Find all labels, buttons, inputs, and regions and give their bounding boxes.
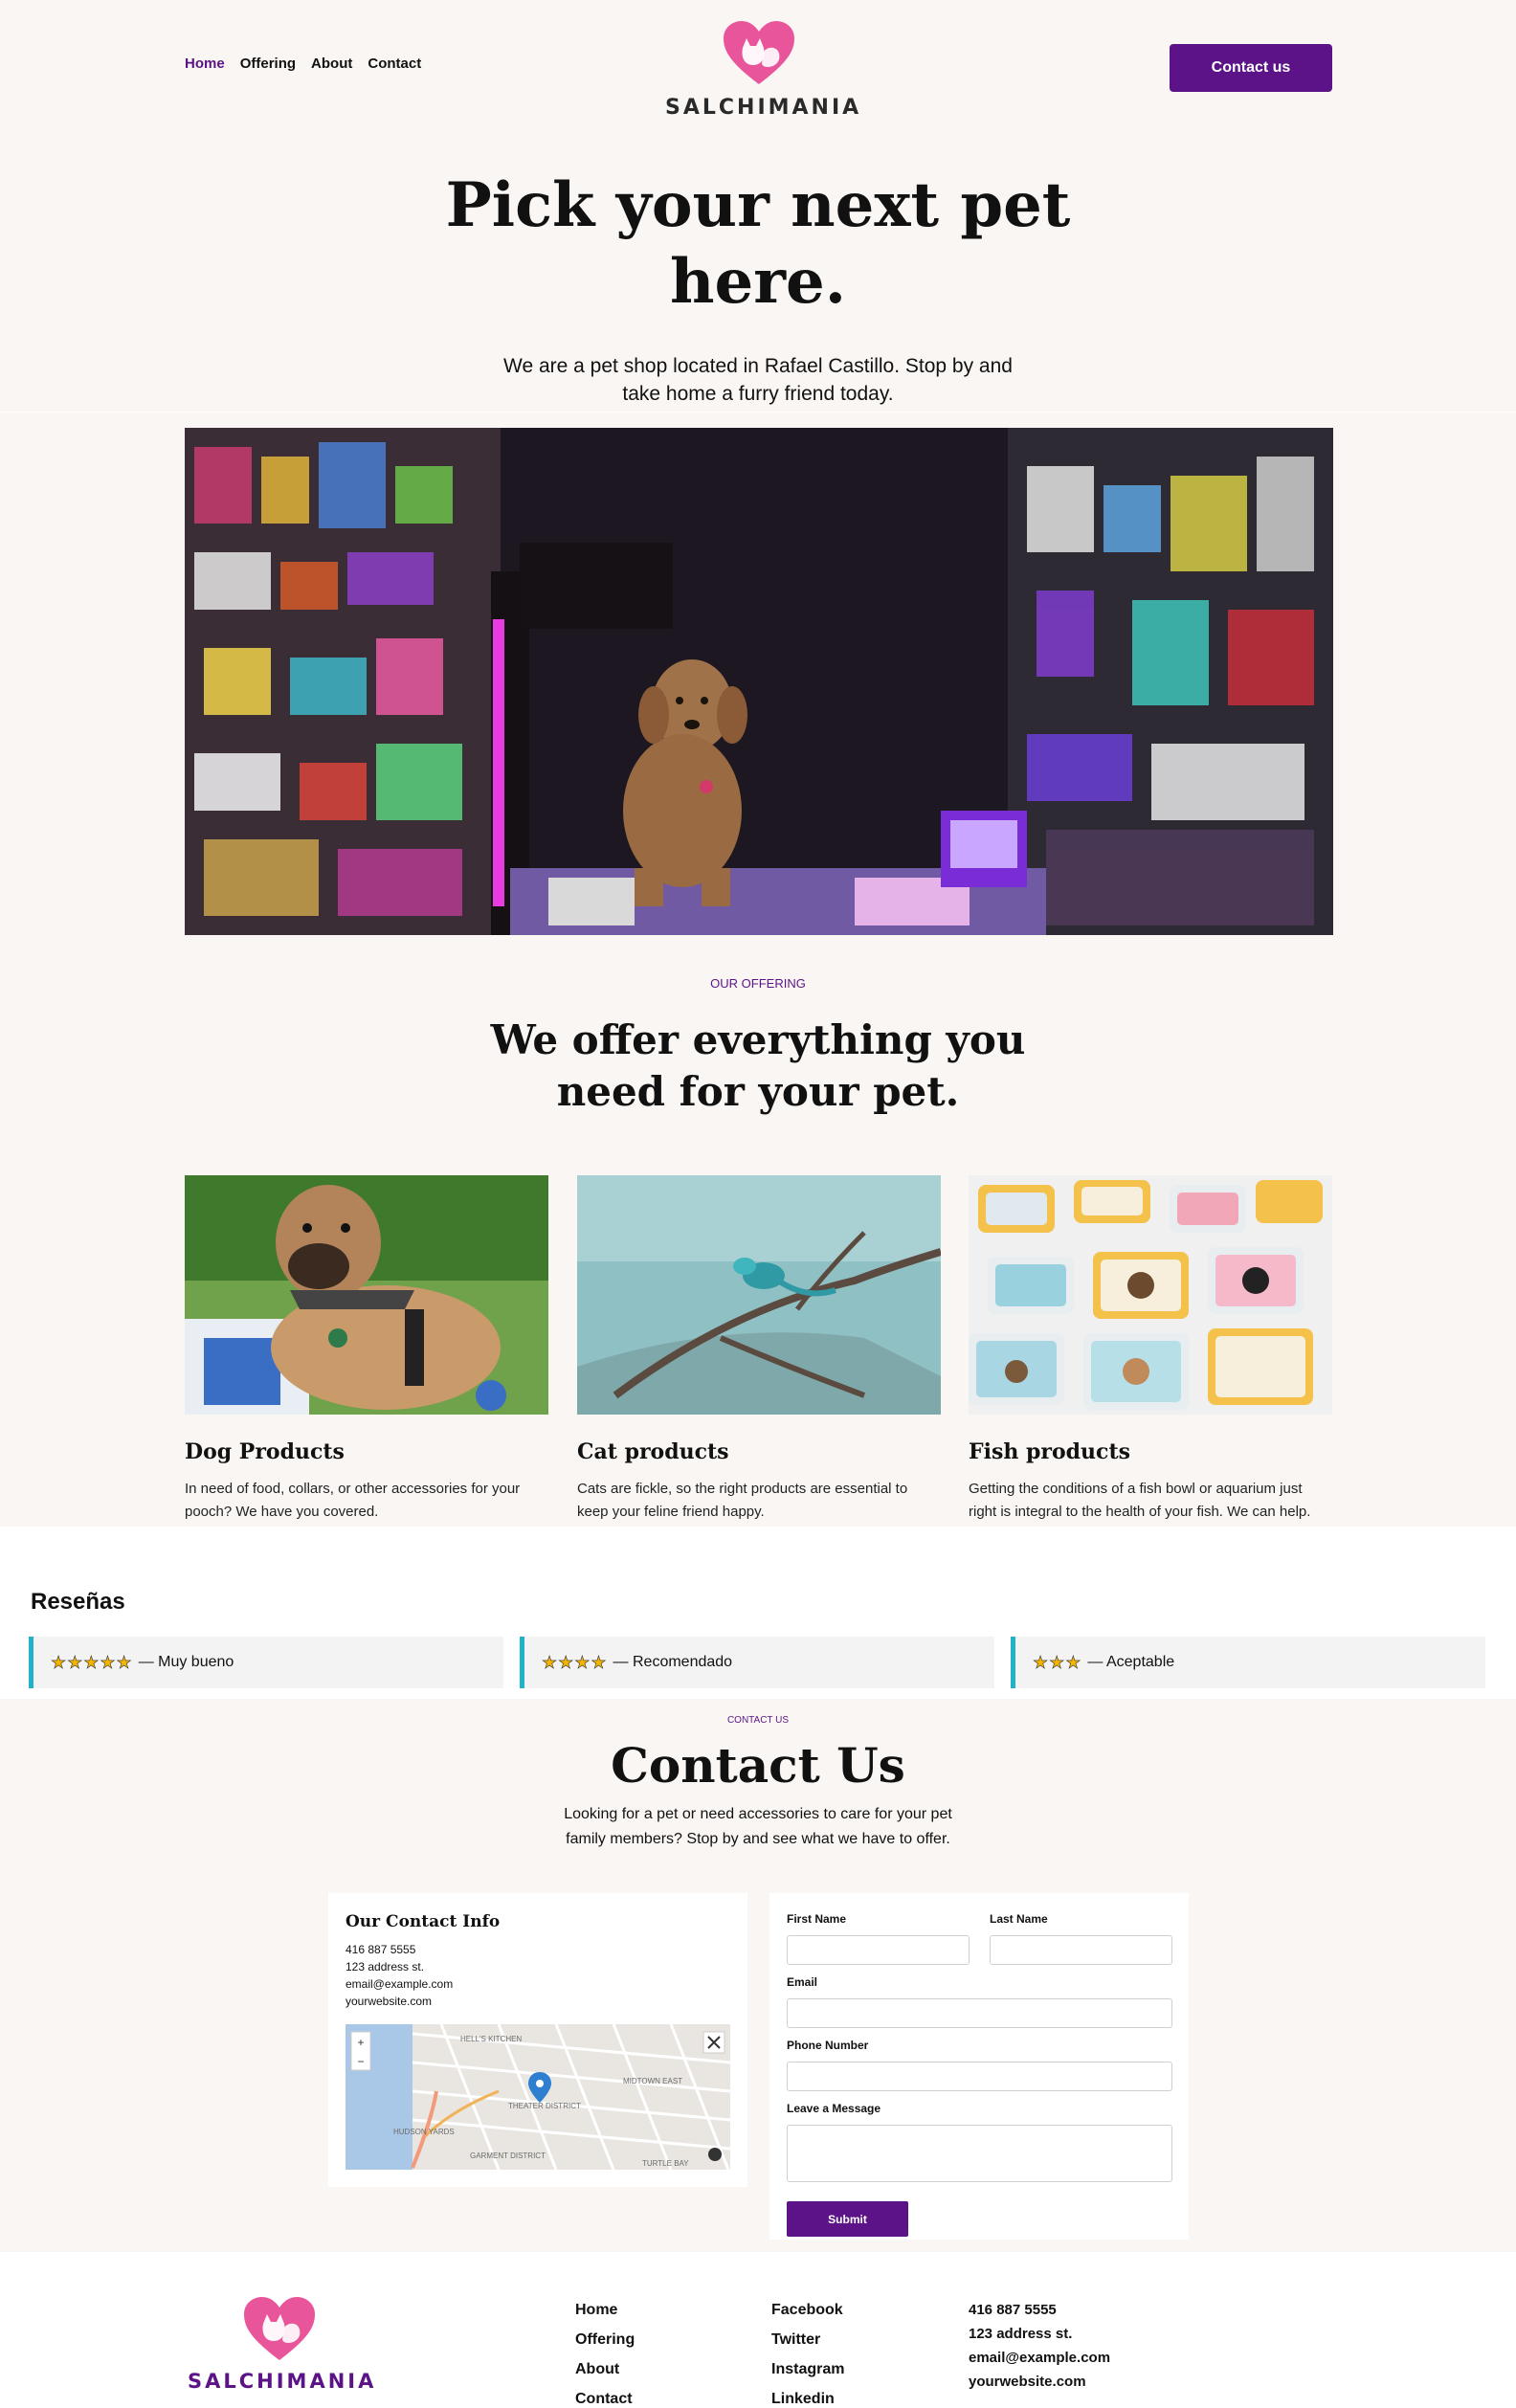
star-rating-icon: ★★★★★: [51, 1652, 133, 1672]
footer-phone: 416 887 5555: [969, 2302, 1057, 2318]
hero-subtitle-line1: We are a pet shop located in Rafael Cast…: [503, 355, 1013, 377]
map-label-midtown: MIDTOWN EAST: [623, 2077, 682, 2085]
footer-instagram-link[interactable]: Instagram: [771, 2354, 844, 2384]
contact-address: 123 address st.: [346, 1960, 425, 1973]
location-map[interactable]: HELL'S KITCHEN THEATER DISTRICT MIDTOWN …: [346, 2024, 730, 2170]
footer-facebook-link[interactable]: Facebook: [771, 2295, 844, 2325]
offering-card-dog: Dog Products In need of food, collars, o…: [185, 1175, 548, 1524]
map-zoom-in-icon: +: [357, 2036, 364, 2049]
footer-nav-offering[interactable]: Offering: [575, 2325, 635, 2354]
map-zoom-out-icon: −: [357, 2055, 364, 2068]
contact-form: First Name Last Name Email Phone Number …: [769, 1893, 1189, 2240]
footer-twitter-link[interactable]: Twitter: [771, 2325, 844, 2354]
card-text: Getting the conditions of a fish bowl or…: [969, 1481, 1311, 1520]
reviews-section: Reseñas ★★★★★ — Muy bueno ★★★★ — Recomen…: [0, 1527, 1516, 1699]
contact-subtitle-line1: Looking for a pet or need accessories to…: [564, 1806, 952, 1822]
fish-products-image: [969, 1175, 1332, 1415]
offering-card-fish: Fish products Getting the conditions of …: [969, 1175, 1332, 1524]
footer-website[interactable]: yourwebsite.com: [969, 2370, 1110, 2394]
nav-about-link[interactable]: About: [311, 56, 352, 72]
footer-social: Facebook Twitter Instagram Linkedin: [771, 2295, 844, 2408]
footer-email[interactable]: email@example.com: [969, 2346, 1110, 2370]
dog-products-image: [185, 1175, 548, 1415]
footer-nav-contact[interactable]: Contact: [575, 2384, 635, 2408]
map-label-hudson: HUDSON YARDS: [393, 2128, 455, 2136]
card-text: Cats are fickle, so the right products a…: [577, 1481, 908, 1520]
footer-logo-wordmark: SALCHIMANIA: [188, 2370, 377, 2393]
review-text: — Aceptable: [1087, 1654, 1175, 1670]
email-label: Email: [787, 1975, 818, 1989]
nav-home-link[interactable]: Home: [185, 56, 225, 72]
contact-subtitle: Looking for a pet or need accessories to…: [557, 1802, 959, 1852]
reviews-title: Reseñas: [31, 1589, 125, 1615]
contact-info-title: Our Contact Info: [346, 1912, 501, 1931]
contact-email[interactable]: email@example.com: [346, 1975, 730, 1993]
main-nav: Home Offering About Contact: [185, 56, 421, 72]
map-label-garment: GARMENT DISTRICT: [470, 2152, 546, 2160]
review-card: ★★★ — Aceptable: [1011, 1637, 1485, 1688]
hero-subtitle: We are a pet shop located in Rafael Cast…: [479, 352, 1037, 408]
map-label-hells-kitchen: HELL'S KITCHEN: [460, 2035, 522, 2043]
submit-button[interactable]: Submit: [787, 2201, 908, 2237]
offering-eyebrow: OUR OFFERING: [710, 976, 806, 991]
map-info-icon: [708, 2148, 722, 2161]
phone-label: Phone Number: [787, 2039, 869, 2052]
footer-nav-about[interactable]: About: [575, 2354, 635, 2384]
hero-title-line1: Pick your next pet: [445, 169, 1071, 241]
first-name-input[interactable]: [787, 1935, 970, 1965]
offering-title: We offer everything you need for your pe…: [383, 1014, 1133, 1118]
footer-nav-home[interactable]: Home: [575, 2295, 635, 2325]
site-logo[interactable]: SALCHIMANIA: [665, 19, 862, 120]
heart-pets-logo-icon: [244, 2297, 315, 2360]
footer-linkedin-link[interactable]: Linkedin: [771, 2384, 844, 2408]
site-footer: SALCHIMANIA Home Offering About Contact …: [0, 2252, 1516, 2408]
hero-subtitle-line2: take home a furry friend today.: [622, 383, 894, 405]
hero-title-line2: here.: [670, 246, 846, 318]
contact-info-panel: Our Contact Info 416 887 5555 123 addres…: [328, 1893, 747, 2187]
review-text: — Muy bueno: [138, 1654, 234, 1670]
footer-contact-info: 416 887 5555 123 address st. email@examp…: [969, 2298, 1110, 2394]
star-rating-icon: ★★★★: [542, 1652, 608, 1672]
logo-wordmark: SALCHIMANIA: [665, 96, 862, 120]
contact-subtitle-line2: family members? Stop by and see what we …: [566, 1831, 950, 1847]
contact-phone: 416 887 5555: [346, 1943, 416, 1956]
offering-title-line1: We offer everything you: [490, 1016, 1026, 1063]
message-textarea[interactable]: [787, 2125, 1172, 2182]
footer-address: 123 address st.: [969, 2326, 1073, 2342]
last-name-label: Last Name: [990, 1912, 1048, 1926]
card-title: Dog Products: [185, 1439, 345, 1464]
star-rating-icon: ★★★: [1033, 1652, 1082, 1672]
card-title: Fish products: [969, 1439, 1130, 1464]
review-card: ★★★★★ — Muy bueno: [29, 1637, 503, 1688]
review-card: ★★★★ — Recomendado: [520, 1637, 994, 1688]
last-name-input[interactable]: [990, 1935, 1172, 1965]
message-label: Leave a Message: [787, 2102, 881, 2115]
offering-title-line2: need for your pet.: [556, 1068, 960, 1115]
hero-title: Pick your next pet here.: [383, 167, 1133, 321]
review-text: — Recomendado: [613, 1654, 733, 1670]
hero-shop-image: [185, 428, 1333, 935]
email-input[interactable]: [787, 1998, 1172, 2028]
contact-website[interactable]: yourwebsite.com: [346, 1993, 730, 2010]
contact-title: Contact Us: [611, 1737, 905, 1794]
first-name-label: First Name: [787, 1912, 847, 1926]
heart-pets-logo-icon: [723, 21, 794, 84]
offering-card-cat: Cat products Cats are fickle, so the rig…: [577, 1175, 941, 1524]
phone-input[interactable]: [787, 2062, 1172, 2091]
map-label-turtle: TURTLE BAY: [642, 2159, 689, 2168]
contact-us-button[interactable]: Contact us: [1170, 44, 1332, 92]
contact-eyebrow: CONTACT US: [726, 1715, 790, 1726]
nav-offering-link[interactable]: Offering: [240, 56, 296, 72]
card-title: Cat products: [577, 1439, 729, 1464]
map-label-theater: THEATER DISTRICT: [508, 2102, 581, 2110]
card-text: In need of food, collars, or other acces…: [185, 1481, 521, 1520]
footer-logo[interactable]: SALCHIMANIA: [188, 2295, 377, 2393]
cat-products-image: [577, 1175, 941, 1415]
footer-nav: Home Offering About Contact: [575, 2295, 635, 2408]
nav-contact-link[interactable]: Contact: [368, 56, 421, 72]
